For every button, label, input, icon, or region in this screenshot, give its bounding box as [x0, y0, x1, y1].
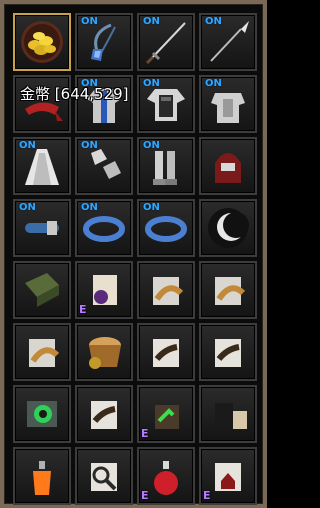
green-arrow-pouch-icon	[155, 405, 179, 429]
inventory-slot[interactable]	[199, 261, 257, 319]
inventory-slot[interactable]: ON	[137, 137, 195, 195]
inventory-slot[interactable]	[75, 323, 133, 381]
inventory-slot[interactable]	[199, 199, 257, 257]
inventory-slot[interactable]	[75, 385, 133, 443]
inventory-slot[interactable]	[13, 447, 71, 505]
inventory-slot[interactable]: E	[137, 385, 195, 443]
enchant-tag: E	[141, 489, 149, 502]
inventory-slot[interactable]	[137, 323, 195, 381]
house-scroll-icon	[215, 463, 241, 491]
inventory-slot[interactable]	[199, 323, 257, 381]
enchant-tag: E	[203, 489, 211, 502]
inventory-panel: ON ON ON ON ON ON ON ON ON ON ON ON E E …	[0, 0, 267, 508]
equipped-tag: ON	[81, 202, 98, 213]
gold-value: [644,529]	[54, 85, 129, 103]
inventory-slot[interactable]: ON	[137, 199, 195, 257]
horn-scroll-icon	[215, 277, 246, 305]
equipped-tag: ON	[143, 202, 160, 213]
equipped-tag: ON	[19, 202, 36, 213]
green-spellbook-icon	[25, 273, 59, 307]
tattered-scroll-icon	[91, 401, 117, 429]
inventory-slot[interactable]	[75, 447, 133, 505]
magnifier-scroll-icon	[91, 463, 117, 491]
equipped-tag: ON	[143, 16, 160, 27]
equipped-tag: ON	[143, 78, 160, 89]
purple-scroll-icon	[93, 275, 117, 305]
equipped-tag: ON	[143, 140, 160, 151]
gold-label: 金幣	[20, 85, 51, 103]
inventory-slot[interactable]	[13, 323, 71, 381]
crimson-helm-icon	[215, 153, 241, 183]
inventory-slot[interactable]: ON	[75, 137, 133, 195]
inventory-slot[interactable]	[13, 261, 71, 319]
red-potion-icon	[154, 461, 178, 495]
inventory-slot[interactable]	[199, 385, 257, 443]
inventory-slot[interactable]	[137, 261, 195, 319]
enchant-tag: E	[79, 303, 87, 316]
equipped-tag: ON	[81, 140, 98, 151]
inventory-slot[interactable]	[13, 385, 71, 443]
inventory-slot[interactable]: ON	[137, 75, 195, 133]
tattered-scroll-icon	[153, 339, 179, 367]
inventory-slot[interactable]: ON	[75, 199, 133, 257]
inventory-slot[interactable]	[13, 13, 71, 71]
gold-coins-icon	[21, 21, 63, 63]
equipped-tag: ON	[205, 78, 222, 89]
flame-potion-icon	[33, 461, 51, 495]
inventory-slot[interactable]: ON	[199, 13, 257, 71]
inventory-slot[interactable]: E	[199, 447, 257, 505]
horn-scroll-icon	[29, 339, 60, 367]
equipped-tag: ON	[19, 140, 36, 151]
jar-sacks-icon	[215, 403, 247, 429]
dough-pot-icon	[89, 337, 121, 369]
equipped-tag: ON	[81, 16, 98, 27]
moon-orb-icon	[208, 208, 249, 248]
inventory-slot[interactable]: E	[75, 261, 133, 319]
gear-tablet-icon	[27, 401, 57, 427]
inventory-slot[interactable]: ON	[137, 13, 195, 71]
equipped-tag: ON	[205, 16, 222, 27]
inventory-slot[interactable]: ON	[13, 137, 71, 195]
inventory-slot[interactable]	[199, 137, 257, 195]
gold-counter: 金幣 [644,529]	[20, 83, 129, 104]
horn-scroll-icon	[153, 277, 184, 305]
inventory-slot[interactable]: ON	[75, 13, 133, 71]
inventory-slot[interactable]: ON	[199, 75, 257, 133]
tattered-scroll-icon	[215, 339, 241, 367]
inventory-slot[interactable]: ON	[13, 199, 71, 257]
enchant-tag: E	[141, 427, 149, 440]
inventory-slot[interactable]: E	[137, 447, 195, 505]
